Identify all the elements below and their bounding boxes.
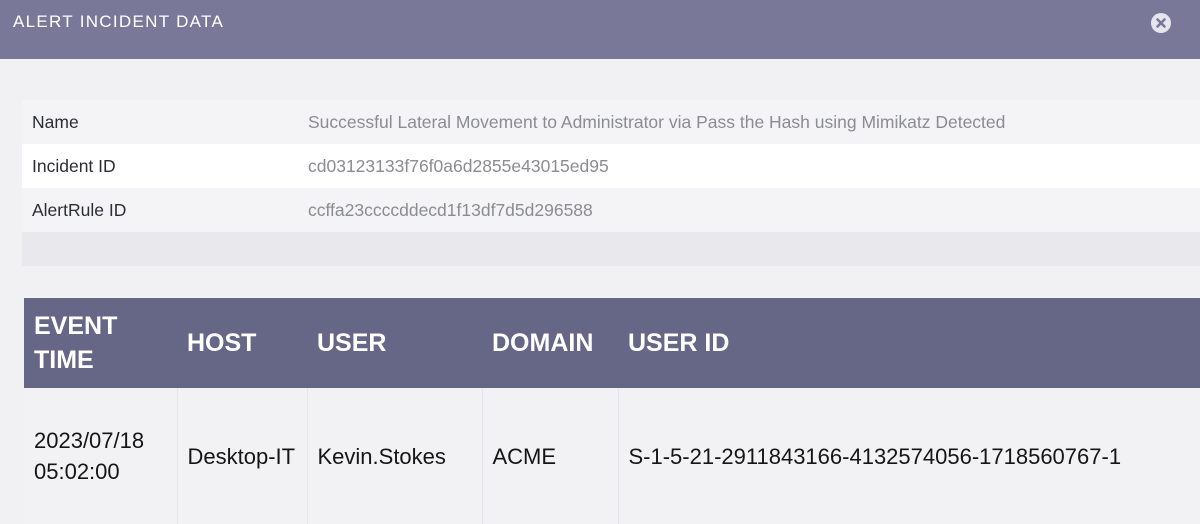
cell-user: Kevin.Stokes [307, 388, 483, 524]
cell-event-time: 2023/07/18 05:02:00 [24, 388, 178, 524]
table-row: 2023/07/18 05:02:00 Desktop-IT Kevin.Sto… [24, 388, 1200, 524]
info-row-alertrule-id: AlertRule ID ccffa23ccccddecd1f13df7d5d2… [22, 188, 1200, 232]
column-header-host[interactable]: HOST [177, 298, 307, 388]
dialog-title: ALERT INCIDENT DATA [13, 12, 225, 31]
info-value: cd03123133f76f0a6d2855e43015ed95 [308, 155, 609, 176]
close-button[interactable] [1151, 13, 1171, 33]
info-row-name: Name Successful Lateral Movement to Admi… [22, 100, 1200, 144]
info-row-incident-id: Incident ID cd03123133f76f0a6d2855e43015… [22, 144, 1200, 188]
column-header-user[interactable]: USER [307, 298, 482, 388]
cell-domain: ACME [482, 388, 619, 524]
info-label: Incident ID [32, 155, 116, 176]
column-header-user-id[interactable]: USER ID [618, 298, 1200, 388]
column-header-domain[interactable]: DOMAIN [482, 298, 618, 388]
info-label: Name [32, 111, 79, 132]
close-icon [1156, 18, 1166, 28]
info-panel-footer [22, 232, 1200, 266]
cell-host: Desktop-IT [177, 388, 308, 524]
info-value: ccffa23ccccddecd1f13df7d5d296588 [308, 199, 593, 220]
events-header-row: EVENT TIME HOST USER DOMAIN USER ID [24, 298, 1200, 388]
events-table: EVENT TIME HOST USER DOMAIN USER ID 2023… [24, 298, 1200, 524]
incident-info-panel: Name Successful Lateral Movement to Admi… [22, 100, 1200, 266]
column-header-event-time[interactable]: EVENT TIME [24, 298, 177, 388]
info-label: AlertRule ID [32, 199, 127, 220]
info-value: Successful Lateral Movement to Administr… [308, 111, 1006, 132]
cell-user-id: S-1-5-21-2911843166-4132574056-171856076… [618, 388, 1200, 524]
dialog-title-bar: ALERT INCIDENT DATA [0, 0, 1200, 59]
